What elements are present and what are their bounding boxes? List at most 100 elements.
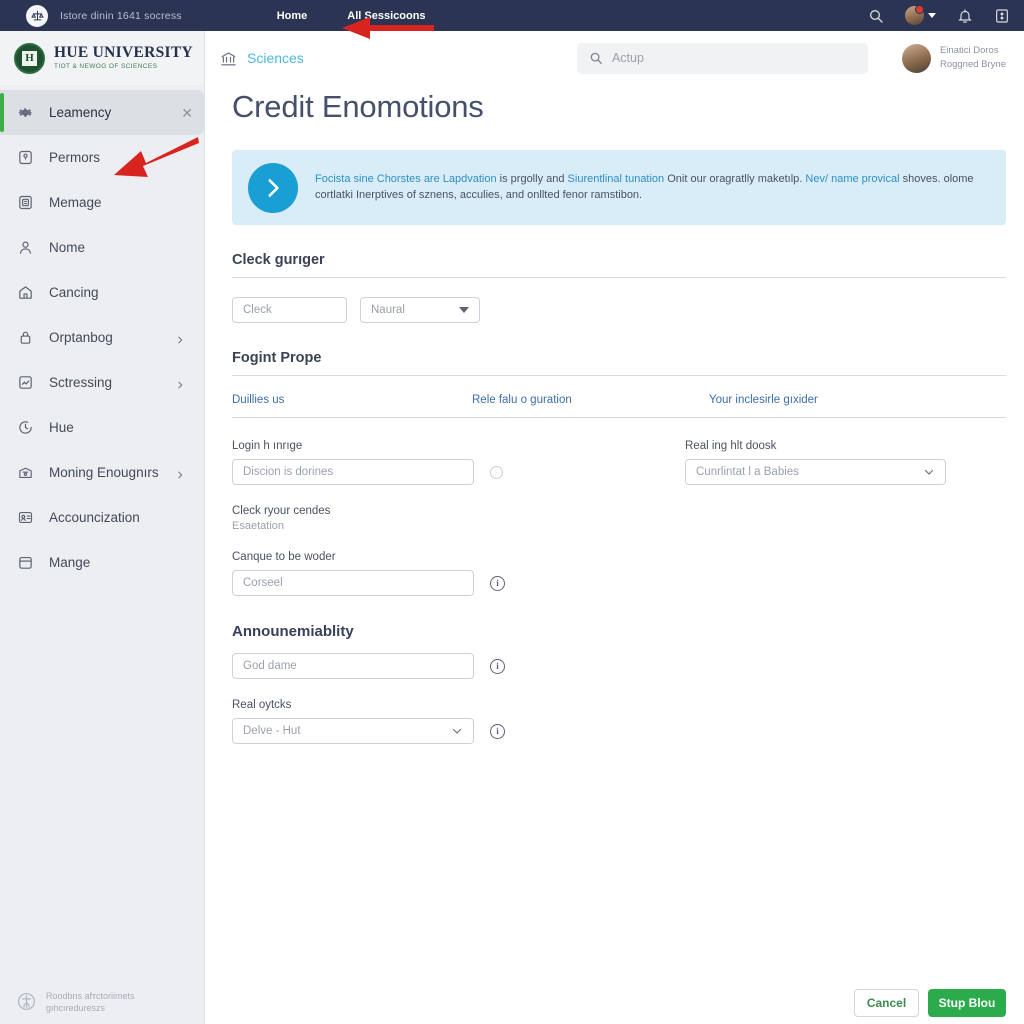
login-hunrige-input[interactable]: Discion is dorines — [232, 459, 474, 485]
close-icon[interactable]: ✕ — [181, 106, 193, 120]
sidebar-footer-text: Roodbns afтсtorіimets gıhcıredureszs — [46, 990, 135, 1014]
sidebar-item-hue[interactable]: Hue — [0, 405, 204, 450]
id-card-icon — [17, 509, 34, 526]
grid-icon[interactable] — [994, 8, 1010, 24]
banner-text-5[interactable]: Nev/ name provical — [805, 173, 899, 185]
naural-select[interactable]: Naural — [360, 297, 480, 323]
cancel-button[interactable]: Cancel — [854, 989, 919, 1017]
badge-icon — [17, 149, 34, 166]
field-label: Real ing hlt doosk — [685, 440, 777, 452]
field-sub-text: Esaetation — [232, 520, 284, 532]
sidebar-item-label: Moning Enougnırs — [49, 465, 159, 480]
real-ing-hlt-doosk-value: Cunrlintat l a Babies — [696, 466, 799, 478]
sidebar-item-permors[interactable]: Permors — [0, 135, 204, 180]
real-oytcks-value: Delve - Hut — [243, 725, 301, 737]
bell-icon[interactable] — [957, 8, 973, 24]
chevron-down-icon — [923, 466, 935, 478]
breadcrumb-label: Sciences — [247, 50, 304, 66]
sidebar-item-memage[interactable]: Memage — [0, 180, 204, 225]
footer-line-1: Roodbns afтсtorіimets — [46, 990, 135, 1001]
sidebar-footer: Roodbns afтсtorіimets gıhcıredureszs — [0, 990, 205, 1014]
sidebar-item-accouncization[interactable]: Accounсization — [0, 495, 204, 540]
naural-select-value: Naural — [371, 304, 405, 316]
banner-text-1: Foсista sine Chorstes are Lapdvation — [315, 172, 497, 185]
topbar-right-icons — [868, 5, 1010, 25]
search-icon — [589, 51, 603, 65]
banner-text-3: Siurentlinal tunation — [567, 172, 665, 185]
sidebar-item-label: Cancing — [49, 285, 99, 300]
info-circle-icon[interactable]: i — [490, 723, 505, 739]
bank-icon — [17, 284, 34, 301]
column-header-2[interactable]: Rele falu o guration — [472, 394, 709, 406]
cleck-input[interactable]: Cleck — [232, 297, 347, 323]
info-circle-icon[interactable]: i — [490, 658, 505, 674]
graduation-icon — [17, 464, 34, 481]
field-real-oytcks: Real oytcks Delve - Hut i — [232, 699, 1024, 744]
column-header-3[interactable]: Your inclesirle gıхider — [709, 394, 818, 406]
real-oytcks-select[interactable]: Delve - Hut — [232, 718, 474, 744]
field-label: Real oytcks — [232, 699, 292, 711]
user-icon — [17, 239, 34, 256]
account-menu[interactable] — [905, 5, 936, 25]
sidebar-item-label: Nome — [49, 240, 86, 255]
topbar-brand-text: Istore dinin 1641 socress — [60, 9, 182, 22]
chevron-right-icon[interactable] — [175, 468, 185, 478]
search-input[interactable]: Actup — [612, 51, 644, 65]
accessibility-icon[interactable] — [16, 991, 37, 1012]
section-heading-cleck-guriger: Cleck gurıger — [232, 252, 1006, 278]
sidebar-item-moning-enougnirs[interactable]: Moning Enougnırs — [0, 450, 204, 495]
real-ing-hlt-doosk-select[interactable]: Cunrlintat l a Babies — [685, 459, 946, 485]
field-sub-label: Cleck ryour cendes — [232, 505, 331, 517]
profile-text: Einatici Doros Roggned Bryne — [940, 44, 1006, 72]
sidebar-item-cancing[interactable]: Cancing — [0, 270, 204, 315]
field-label: Canque to be woder — [232, 551, 336, 563]
info-circle-icon[interactable]: i — [490, 575, 505, 591]
sidebar-nav: Leamency ✕ Permors Memage Nome Cancing O… — [0, 85, 204, 585]
lock-icon — [17, 329, 34, 346]
banner-text-4: Onit our oragratlly maketılp. — [664, 172, 806, 185]
notification-badge — [915, 5, 924, 14]
canque-input[interactable]: Corseel — [232, 570, 474, 596]
sidebar-item-sctressing[interactable]: Sctressing — [0, 360, 204, 405]
institution-icon — [219, 49, 238, 68]
sidebar-item-label: Hue — [49, 420, 74, 435]
scales-of-justice-icon[interactable] — [26, 4, 48, 27]
breadcrumb[interactable]: Sciences — [219, 49, 304, 68]
save-button[interactable]: Stup Blou — [928, 989, 1006, 1017]
sidebar-item-mange[interactable]: Mange — [0, 540, 204, 585]
chevron-right-icon[interactable] — [175, 378, 185, 388]
column-header-1[interactable]: Duillies us — [232, 394, 472, 406]
column-headers: Duillies us Rele falu o guration Your in… — [232, 394, 1006, 418]
radio-empty-icon[interactable] — [490, 465, 503, 479]
topbar-links: Home All Sessicoons — [277, 10, 426, 22]
profile-line-1: Einatici Doros — [939, 45, 999, 57]
footer-line-2: gıhcıredureszs — [46, 1002, 106, 1013]
avatar — [901, 43, 931, 73]
clock-icon — [17, 419, 34, 436]
content-header: Sciences Actup Einatici Doros Roggned Br… — [205, 31, 1024, 85]
search-icon[interactable] — [868, 8, 884, 24]
sidebar-item-orptanbog[interactable]: Orptanbog — [0, 315, 204, 360]
sidebar-item-leamency[interactable]: Leamency ✕ — [0, 90, 204, 135]
search-box[interactable]: Actup — [576, 42, 868, 74]
top-navigation-bar: Istore dinin 1641 socress Home All Sessi… — [0, 0, 1024, 31]
info-banner: Foсista sine Chorstes are Lapdvation is … — [232, 150, 1006, 225]
chevron-right-circle-icon[interactable] — [248, 162, 298, 213]
sidebar-brand[interactable]: H HUE UNIVERSITY TIOT & NEWOG OF SCIENCE… — [0, 31, 204, 85]
sidebar-item-nome[interactable]: Nome — [0, 225, 204, 270]
sidebar-item-label: Mange — [49, 555, 91, 570]
form-right-column: Real ing hlt doosk Cunrlintat l a Babies — [685, 440, 946, 485]
announemiablity-input[interactable]: God dame — [232, 653, 474, 679]
university-seal-icon: H — [14, 42, 45, 74]
topbar-link-all-sessions[interactable]: All Sessicoons — [347, 10, 425, 22]
sidebar-brand-tagline: TIOT & NEWOG OF SCIENCES — [54, 62, 158, 70]
chevron-down-icon — [451, 725, 463, 737]
document-icon — [17, 194, 34, 211]
sidebar-brand-name: HUE UNIVERSITY — [54, 44, 193, 62]
main-content: Sciences Actup Einatici Doros Roggned Br… — [205, 31, 1024, 1024]
profile-menu[interactable]: Einatici Doros Roggned Bryne — [901, 43, 1006, 73]
seal-letter: H — [22, 50, 37, 66]
topbar-link-home[interactable]: Home — [277, 10, 308, 22]
chevron-down-icon[interactable] — [928, 13, 936, 18]
chevron-right-icon[interactable] — [175, 333, 185, 343]
